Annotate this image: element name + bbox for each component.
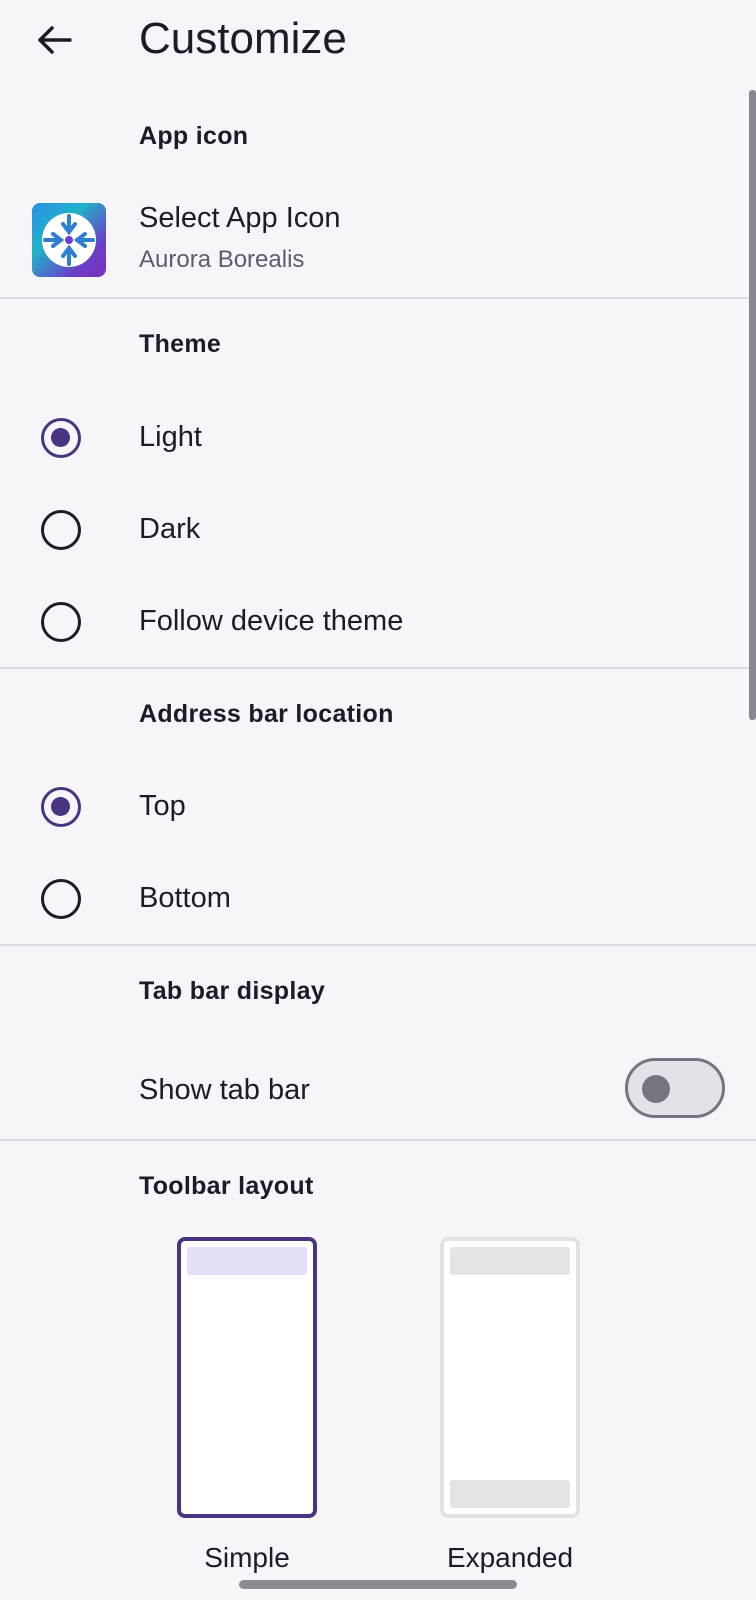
radio-button-unchecked[interactable] <box>41 879 81 919</box>
divider <box>0 1139 756 1141</box>
address-bar-option-bottom[interactable]: Bottom <box>0 854 740 946</box>
theme-option-label: Dark <box>139 513 201 545</box>
divider <box>0 667 756 669</box>
page-title: Customize <box>139 14 347 63</box>
section-header-tab-bar: Tab bar display <box>139 977 326 1005</box>
radio-button-unchecked[interactable] <box>41 510 81 550</box>
toolbar-preview-bar-top <box>450 1247 570 1275</box>
theme-option-light[interactable]: Light <box>0 393 740 485</box>
arrow-left-icon <box>38 26 72 54</box>
switch-knob <box>642 1075 670 1103</box>
toolbar-layout-simple-label[interactable]: Simple <box>147 1542 347 1574</box>
section-header-address-bar: Address bar location <box>139 700 394 728</box>
address-bar-option-label: Top <box>139 790 186 822</box>
show-tab-bar-label: Show tab bar <box>139 1074 310 1106</box>
select-app-icon-label: Select App Icon <box>139 202 341 234</box>
toolbar-preview-bar-bottom <box>450 1480 570 1508</box>
scrollbar[interactable] <box>749 90 756 720</box>
radio-button-checked[interactable] <box>41 787 81 827</box>
address-bar-option-label: Bottom <box>139 882 231 914</box>
toolbar-layout-expanded-label[interactable]: Expanded <box>410 1542 610 1574</box>
toolbar-layout-expanded-card[interactable] <box>440 1237 580 1518</box>
divider <box>0 297 756 299</box>
divider <box>0 944 756 946</box>
customize-screen: Customize App icon Select App Icon Auror… <box>0 0 756 1600</box>
theme-option-dark[interactable]: Dark <box>0 485 740 577</box>
theme-option-follow-device[interactable]: Follow device theme <box>0 577 740 669</box>
select-app-icon-row[interactable]: Select App Icon Aurora Borealis <box>0 190 740 294</box>
section-header-toolbar-layout: Toolbar layout <box>139 1172 314 1200</box>
top-app-bar: Customize <box>0 0 756 80</box>
toolbar-preview-bar <box>187 1247 307 1275</box>
radio-button-checked[interactable] <box>41 418 81 458</box>
home-gesture-bar[interactable] <box>239 1580 517 1589</box>
section-header-theme: Theme <box>139 330 222 358</box>
show-tab-bar-switch[interactable] <box>625 1058 725 1118</box>
theme-option-label: Light <box>139 421 202 453</box>
back-button[interactable] <box>28 14 80 66</box>
section-header-app-icon: App icon <box>139 122 249 150</box>
radio-button-unchecked[interactable] <box>41 602 81 642</box>
address-bar-option-top[interactable]: Top <box>0 762 740 854</box>
toolbar-layout-simple-card[interactable] <box>177 1237 317 1518</box>
selected-app-icon-name: Aurora Borealis <box>139 246 305 273</box>
aurora-borealis-app-icon <box>32 203 106 277</box>
theme-option-label: Follow device theme <box>139 605 404 637</box>
